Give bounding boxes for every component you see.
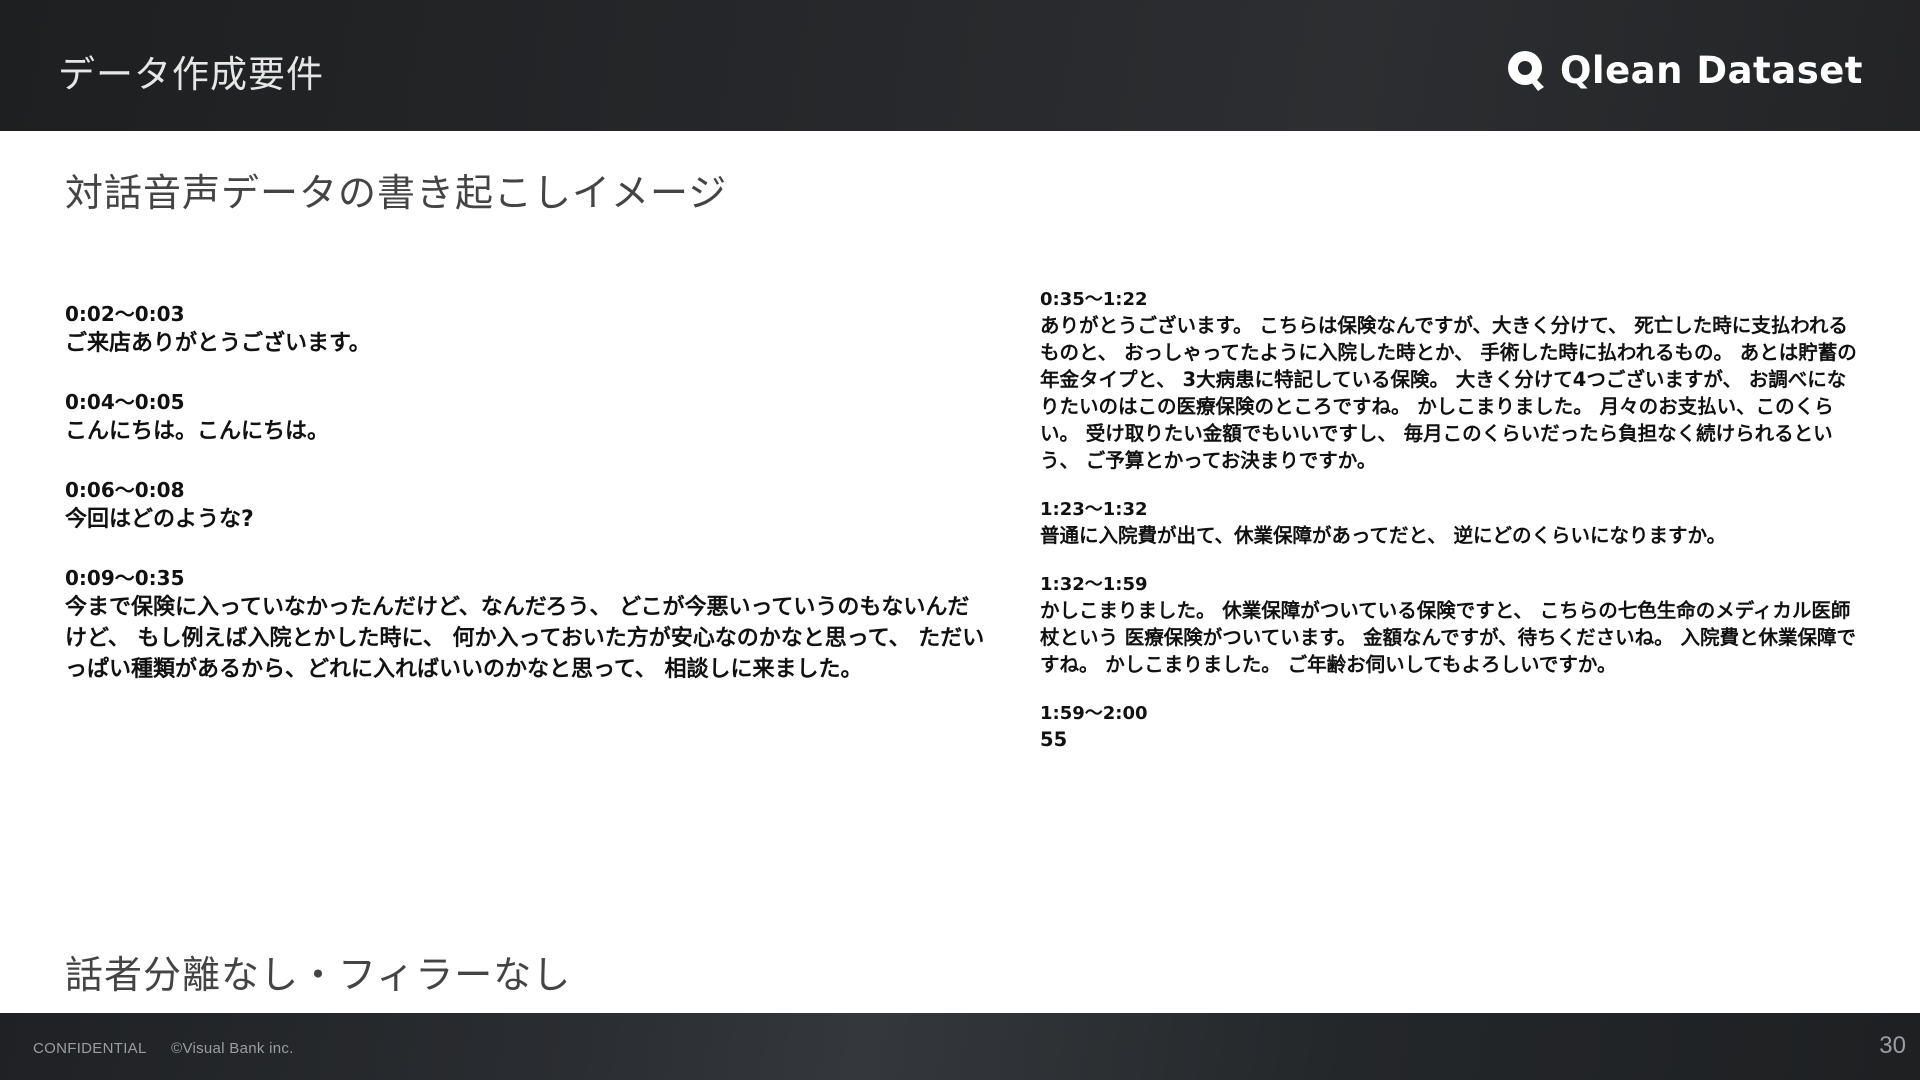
page-number: 30 — [1879, 1032, 1906, 1059]
segment-timestamp: 1:32〜1:59 — [1040, 574, 1148, 595]
segment-text: 今まで保険に入っていなかったんだけど、なんだろう、 どこが今悪いっていうのもない… — [65, 595, 985, 682]
transcript-segment: 1:23〜1:32 普通に入院費が出て、休業保障があってだと、 逆にどのくらいに… — [1040, 497, 1860, 549]
confidential-label: CONFIDENTIAL — [33, 1040, 147, 1057]
segment-timestamp: 1:59〜2:00 — [1040, 703, 1148, 724]
transcript-segment: 0:35〜1:22 ありがとうございます。 こちらは保険なんですが、大きく分けて… — [1040, 287, 1860, 474]
segment-text: ご来店ありがとうございます。 — [65, 331, 371, 356]
qlean-logo-icon — [1507, 51, 1544, 91]
transcript-segment: 0:09〜0:35 今まで保険に入っていなかったんだけど、なんだろう、 どこが今… — [65, 564, 985, 685]
segment-timestamp: 0:35〜1:22 — [1040, 289, 1148, 310]
segment-timestamp: 0:02〜0:03 — [65, 302, 185, 326]
segment-timestamp: 0:06〜0:08 — [65, 478, 185, 502]
footer-credits: CONFIDENTIAL ©Visual Bank inc. — [33, 1040, 314, 1057]
logo-text: Qlean Dataset — [1559, 48, 1863, 92]
segment-timestamp: 0:04〜0:05 — [65, 390, 185, 414]
slide-header: データ作成要件 Qlean Dataset — [0, 0, 1920, 131]
bottom-note: 話者分離なし・フィラーなし — [65, 953, 572, 997]
slide-footer: CONFIDENTIAL ©Visual Bank inc. 30 — [0, 1013, 1920, 1080]
transcript-segment: 0:02〜0:03 ご来店ありがとうございます。 — [65, 300, 985, 359]
segment-text: こんにちは。こんにちは。 — [65, 419, 330, 444]
transcript-segment: 1:32〜1:59 かしこまりました。 休業保障がついている保険ですと、 こちら… — [1040, 572, 1860, 678]
segment-text: ありがとうございます。 こちらは保険なんですが、大きく分けて、 死亡した時に支払… — [1040, 314, 1857, 472]
segment-text: 今回はどのような? — [65, 507, 254, 532]
transcript-segment: 1:59〜2:00 55 — [1040, 701, 1860, 753]
copyright-label: ©Visual Bank inc. — [171, 1040, 294, 1057]
transcript-segment: 0:04〜0:05 こんにちは。こんにちは。 — [65, 388, 985, 447]
segment-timestamp: 1:23〜1:32 — [1040, 499, 1148, 520]
page-heading: 対話音声データの書き起こしイメージ — [65, 171, 728, 215]
segment-timestamp: 0:09〜0:35 — [65, 566, 185, 590]
transcript-right-column: 0:35〜1:22 ありがとうございます。 こちらは保険なんですが、大きく分けて… — [1040, 287, 1860, 776]
segment-text: かしこまりました。 休業保障がついている保険ですと、 こちらの七色生命のメディカ… — [1040, 599, 1856, 676]
segment-text: 55 — [1040, 728, 1068, 751]
section-title: データ作成要件 — [58, 53, 324, 96]
transcript-segment: 0:06〜0:08 今回はどのような? — [65, 476, 985, 535]
brand-logo: Qlean Dataset — [1504, 44, 1863, 96]
segment-text: 普通に入院費が出て、休業保障があってだと、 逆にどのくらいになりますか。 — [1040, 524, 1727, 547]
transcript-left-column: 0:02〜0:03 ご来店ありがとうございます。 0:04〜0:05 こんにちは… — [65, 300, 985, 714]
